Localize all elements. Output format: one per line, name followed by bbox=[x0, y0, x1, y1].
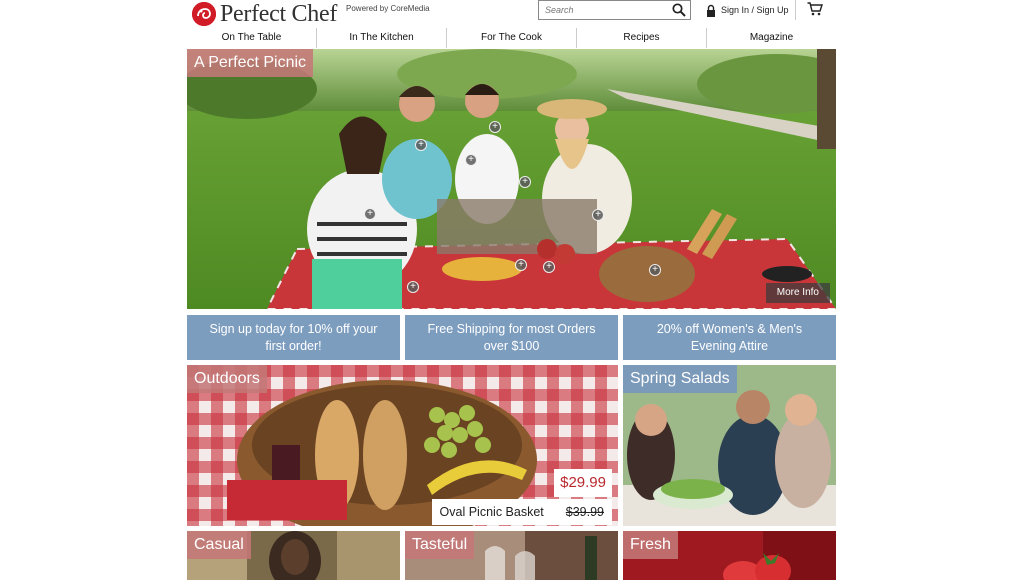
tile-outdoors[interactable]: Outdoors $29.99 Oval Picnic Basket $39.9… bbox=[187, 365, 618, 526]
product-info[interactable]: Oval Picnic Basket $39.99 bbox=[431, 499, 612, 525]
plus-circle-icon[interactable]: + bbox=[489, 121, 501, 133]
plus-circle-icon[interactable]: + bbox=[515, 259, 527, 271]
tile-fresh[interactable]: Fresh bbox=[623, 531, 836, 580]
plus-circle-icon[interactable]: + bbox=[543, 261, 555, 273]
brand-logo[interactable]: Perfect Chef bbox=[192, 1, 337, 27]
promo-signup-text: Sign up today for 10% off your first ord… bbox=[209, 321, 378, 353]
hero-banner[interactable]: A Perfect Picnic + + + + + + + + + + Mor… bbox=[187, 49, 836, 309]
plus-circle-icon[interactable]: + bbox=[407, 281, 419, 293]
nav-item-in-the-kitchen[interactable]: In The Kitchen bbox=[317, 28, 447, 48]
promo-free-shipping-text: Free Shipping for most Orders over $100 bbox=[427, 321, 596, 353]
tile-casual-title: Casual bbox=[187, 531, 251, 559]
plus-circle-icon[interactable]: + bbox=[415, 139, 427, 151]
nav-item-for-the-cook[interactable]: For The Cook bbox=[447, 28, 577, 48]
plus-circle-icon[interactable]: + bbox=[465, 154, 477, 166]
more-info-button[interactable]: More Info bbox=[765, 283, 830, 303]
tile-outdoors-title: Outdoors bbox=[187, 365, 267, 393]
promo-evening-attire[interactable]: 20% off Women's & Men's Evening Attire bbox=[623, 315, 836, 360]
tile-spring-salads[interactable]: Spring Salads bbox=[623, 365, 836, 526]
plus-circle-icon[interactable]: + bbox=[592, 209, 604, 221]
powered-by-text: Powered by CoreMedia bbox=[346, 4, 430, 13]
search-input[interactable] bbox=[539, 1, 669, 19]
promo-free-shipping[interactable]: Free Shipping for most Orders over $100 bbox=[405, 315, 618, 360]
hero-title: A Perfect Picnic bbox=[187, 49, 314, 77]
tile-tasteful-title: Tasteful bbox=[405, 531, 475, 559]
signin-label: Sign In / Sign Up bbox=[721, 5, 789, 15]
signin-link[interactable]: Sign In / Sign Up bbox=[706, 3, 789, 17]
header-divider bbox=[795, 0, 796, 20]
promo-evening-attire-text: 20% off Women's & Men's Evening Attire bbox=[656, 321, 803, 353]
tile-casual[interactable]: Casual bbox=[187, 531, 400, 580]
nav-item-magazine[interactable]: Magazine bbox=[707, 28, 836, 48]
search-icon[interactable] bbox=[672, 3, 686, 17]
product-name: Oval Picnic Basket bbox=[439, 505, 544, 519]
cart-icon[interactable] bbox=[807, 2, 823, 16]
hero-picnic-image bbox=[187, 49, 836, 309]
tile-fresh-title: Fresh bbox=[623, 531, 678, 559]
tile-tasteful[interactable]: Tasteful bbox=[405, 531, 618, 580]
lock-icon bbox=[707, 4, 715, 17]
promo-signup[interactable]: Sign up today for 10% off your first ord… bbox=[187, 315, 400, 360]
product-old-price: $39.99 bbox=[565, 505, 604, 519]
search-box bbox=[538, 0, 691, 20]
main-nav: On The Table In The Kitchen For The Cook… bbox=[187, 28, 836, 48]
nav-item-on-the-table[interactable]: On The Table bbox=[187, 28, 317, 48]
chef-logo-icon bbox=[192, 2, 216, 26]
plus-circle-icon[interactable]: + bbox=[519, 176, 531, 188]
plus-circle-icon[interactable]: + bbox=[364, 208, 376, 220]
site-header: Perfect Chef Powered by CoreMedia Sign I… bbox=[0, 0, 1024, 28]
nav-item-recipes[interactable]: Recipes bbox=[577, 28, 707, 48]
product-price: $29.99 bbox=[554, 469, 612, 497]
plus-circle-icon[interactable]: + bbox=[649, 264, 661, 276]
tile-spring-salads-title: Spring Salads bbox=[623, 365, 737, 393]
brand-name: Perfect Chef bbox=[220, 0, 338, 27]
